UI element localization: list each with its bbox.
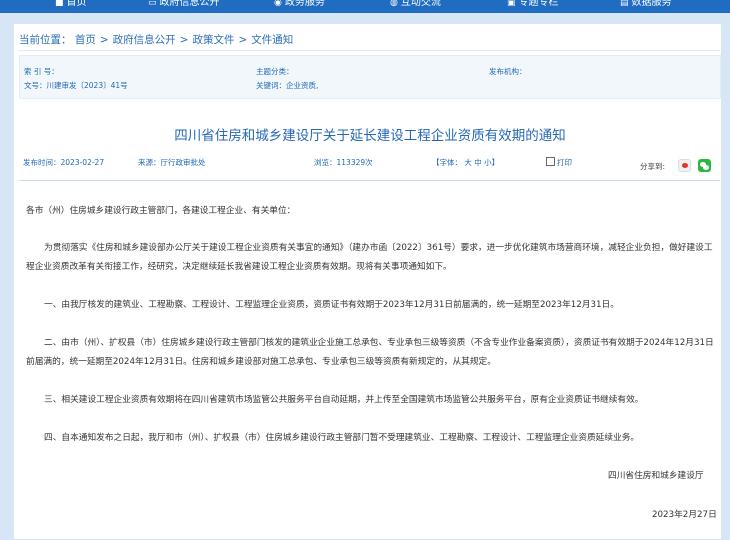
view-count: 浏览：113329次 [314, 158, 373, 167]
breadcrumb-separator: > [238, 34, 248, 46]
nav-gov-info[interactable]: ▭ 政府信息公开 [148, 0, 220, 10]
wechat-share-icon[interactable] [698, 159, 711, 172]
breadcrumb: 当前位置： 首页 > 政府信息公开 > 政策文件 > 文件通知 [19, 32, 293, 47]
paragraph-4: 四、自本通知发布之日起，我厅和市（州）、扩权县（市）住房城乡建设行政主管部门暂不… [44, 433, 640, 443]
nav-service[interactable]: ◉ 政务服务 [274, 0, 325, 10]
weibo-share-icon[interactable] [678, 159, 691, 172]
source: 来源：厅行政审批处 [138, 158, 206, 167]
keywords: 关键词：企业资质, [256, 81, 319, 90]
page-title: 四川省住房和城乡建设厅关于延长建设工程企业资质有效期的通知 [174, 128, 566, 144]
breadcrumb-gov-info[interactable]: 政府信息公开 [113, 34, 176, 46]
service-icon: ◉ [274, 0, 282, 8]
issuer-label: 发布机构： [489, 67, 527, 76]
font-size-switcher[interactable]: 【字体： 大 中 小】 [432, 157, 499, 168]
home-icon: ■ [55, 0, 64, 8]
topic-icon: ▣ [507, 0, 516, 8]
nav-home[interactable]: ■ 首页 [55, 0, 87, 10]
nav-gov-info-label: 政府信息公开 [159, 0, 220, 8]
share-label: 分享到: [640, 162, 666, 171]
document-number: 文号：川建审发〔2023〕41号 [24, 81, 128, 90]
document-meta-box [19, 55, 721, 99]
index-number-label: 索 引 号： [24, 67, 59, 76]
document-icon: ▭ [148, 0, 157, 8]
category-label: 主题分类： [256, 67, 294, 76]
nav-data[interactable]: ▤ 数据服务 [620, 0, 672, 10]
breadcrumb-policy[interactable]: 政策文件 [192, 34, 234, 46]
breadcrumb-label: 当前位置： [19, 34, 72, 46]
issue-date: 2023年2月27日 [652, 510, 717, 520]
top-nav-bar: ■ 首页 ▭ 政府信息公开 ◉ 政务服务 ◍ 互动交流 ▣ 专题专栏 ▤ 数据服务 [0, 0, 730, 13]
nav-data-label: 数据服务 [631, 0, 672, 8]
paragraph-3: 三、相关建设工程企业资质有效期将在四川省建筑市场监管公共服务平台自动延期，并上传… [44, 395, 644, 405]
print-button[interactable]: 打印 [546, 157, 572, 168]
nav-topics[interactable]: ▣ 专题专栏 [507, 0, 559, 10]
signature: 四川省住房和城乡建设厅 [608, 471, 704, 481]
salutation: 各市（州）住房城乡建设行政主管部门，各建设工程企业、有关单位： [26, 206, 296, 216]
breadcrumb-separator: > [179, 34, 189, 46]
nav-topics-label: 专题专栏 [518, 0, 559, 8]
nav-home-label: 首页 [66, 0, 87, 8]
data-icon: ▤ [620, 0, 629, 8]
chat-icon: ◍ [390, 0, 398, 8]
breadcrumb-notices[interactable]: 文件通知 [251, 34, 293, 46]
paragraph-2: 二、由市（州）、扩权县（市）住房城乡建设行政主管部门核发的建筑业企业施工总承包、… [26, 338, 714, 367]
nav-service-label: 政务服务 [284, 0, 325, 8]
paragraph-intro: 为贯彻落实《住房和城乡建设部办公厅关于建设工程企业资质有关事宜的通知》（建办市函… [26, 243, 713, 272]
title-divider [19, 180, 720, 181]
breadcrumb-divider [19, 50, 720, 51]
nav-interact[interactable]: ◍ 互动交流 [390, 0, 441, 10]
publish-date: 发布时间：2023-02-27 [23, 158, 105, 167]
breadcrumb-home[interactable]: 首页 [75, 34, 96, 46]
paragraph-1: 一、由我厅核发的建筑业、工程勘察、工程设计、工程监理企业资质，资质证书有效期于2… [44, 300, 619, 310]
content-panel [13, 23, 722, 540]
print-icon [546, 157, 555, 166]
nav-interact-label: 互动交流 [400, 0, 441, 8]
breadcrumb-separator: > [99, 34, 109, 46]
print-label: 打印 [557, 158, 572, 167]
